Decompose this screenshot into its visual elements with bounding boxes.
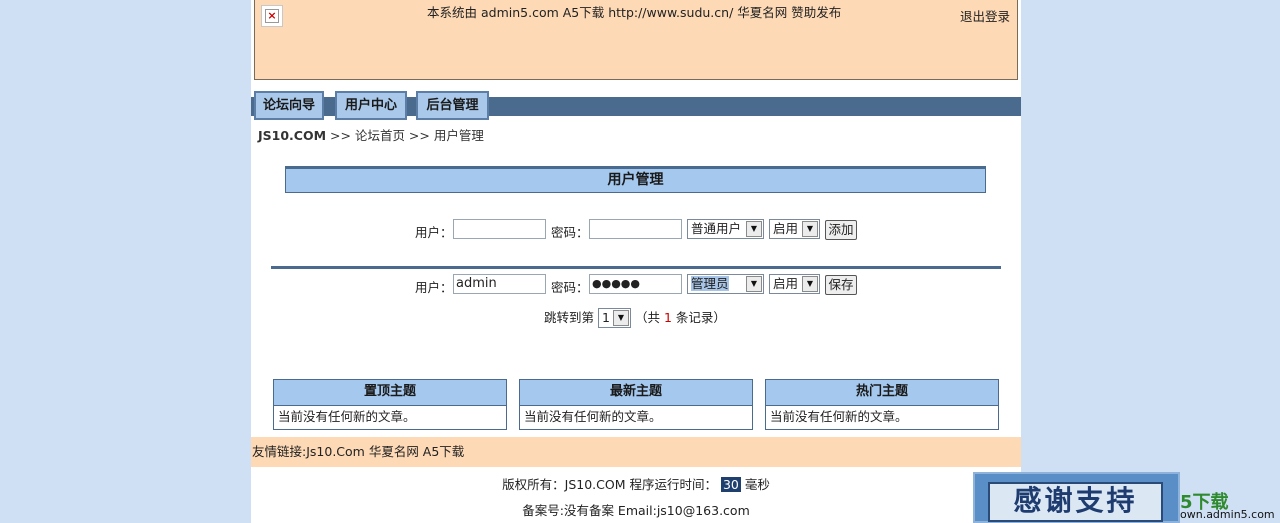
new-user-input[interactable] <box>453 219 546 239</box>
footer-copyright: 版权所有：JS10.COM 程序运行时间： 30 毫秒 <box>502 477 770 492</box>
panel-body: 当前没有任何新的文章。 <box>770 409 908 424</box>
panel-hot: 热门主题 当前没有任何新的文章。 <box>765 379 999 430</box>
panel-title: 热门主题 <box>766 380 998 406</box>
tab-user-center[interactable]: 用户中心 <box>335 91 407 120</box>
section-title: 用户管理 <box>285 166 986 193</box>
add-user-form: 用户： 密码： 普通用户 ▼ 启用 ▼ 添加 <box>251 219 1021 241</box>
thanks-text: 感谢支持 <box>988 482 1163 522</box>
tab-admin[interactable]: 后台管理 <box>416 91 489 120</box>
panel-pinned: 置顶主题 当前没有任何新的文章。 <box>273 379 507 430</box>
breadcrumb: JS10.COM >> 论坛首页 >> 用户管理 <box>258 125 484 144</box>
divider <box>271 266 1001 269</box>
add-button[interactable]: 添加 <box>825 220 857 240</box>
user-label: 用户： <box>415 225 453 240</box>
friend-links-label: 友情链接: <box>252 444 307 459</box>
save-button[interactable]: 保存 <box>825 275 857 295</box>
chevron-down-icon: ▼ <box>613 309 629 326</box>
chevron-down-icon: ▼ <box>746 276 762 292</box>
page-container: × 本系统由 admin5.com A5下载 http://www.sudu.c… <box>251 0 1021 523</box>
password-label: 密码： <box>551 280 589 295</box>
broken-image-icon: × <box>261 5 283 27</box>
password-label: 密码： <box>551 225 589 240</box>
logout-link[interactable]: 退出登录 <box>960 6 1010 25</box>
pager-prefix: 跳转到第 <box>544 310 595 325</box>
chevron-down-icon: ▼ <box>746 221 762 237</box>
pager: 跳转到第 1 ▼ （共 1 条记录） <box>544 307 726 329</box>
sponsor-notice: 本系统由 admin5.com A5下载 http://www.sudu.cn/… <box>427 5 842 20</box>
ad-url: own.admin5.com <box>1180 508 1275 521</box>
panel-title: 置顶主题 <box>274 380 506 406</box>
runtime-value: 30 <box>720 477 741 492</box>
panel-body: 当前没有任何新的文章。 <box>278 409 416 424</box>
top-banner: × 本系统由 admin5.com A5下载 http://www.sudu.c… <box>254 0 1018 80</box>
pager-total-suffix: 条记录） <box>675 310 726 325</box>
panel-latest: 最新主题 当前没有任何新的文章。 <box>519 379 753 430</box>
panel-body: 当前没有任何新的文章。 <box>524 409 662 424</box>
breadcrumb-site[interactable]: JS10.COM <box>258 128 326 143</box>
password-input[interactable]: ●●●●● <box>589 274 682 294</box>
new-password-input[interactable] <box>589 219 682 239</box>
chevron-down-icon: ▼ <box>802 276 818 292</box>
new-role-select[interactable]: 普通用户 ▼ <box>687 219 764 239</box>
pager-total-prefix: （共 <box>634 310 660 325</box>
footer-icp: 备案号:没有备案 Email:js10@163.com <box>522 503 750 518</box>
user-input[interactable]: admin <box>453 274 546 294</box>
tab-forum-guide[interactable]: 论坛向导 <box>254 91 324 120</box>
breadcrumb-trail: >> 论坛首页 >> 用户管理 <box>330 128 484 143</box>
user-label: 用户： <box>415 280 453 295</box>
new-status-select[interactable]: 启用 ▼ <box>769 219 820 239</box>
friend-links-bar: 友情链接:Js10.Com 华夏名网 A5下载 <box>251 437 1021 467</box>
edit-user-form: 用户： admin 密码： ●●●●● 管理员 ▼ 启用 ▼ 保存 <box>251 274 1021 296</box>
friend-links[interactable]: Js10.Com 华夏名网 A5下载 <box>306 444 464 459</box>
role-select[interactable]: 管理员 ▼ <box>687 274 764 294</box>
panel-title: 最新主题 <box>520 380 752 406</box>
chevron-down-icon: ▼ <box>802 221 818 237</box>
record-count: 1 <box>663 310 672 325</box>
status-select[interactable]: 启用 ▼ <box>769 274 820 294</box>
page-select[interactable]: 1 ▼ <box>598 307 631 328</box>
thanks-banner-ad[interactable]: 感谢支持 <box>973 472 1180 523</box>
